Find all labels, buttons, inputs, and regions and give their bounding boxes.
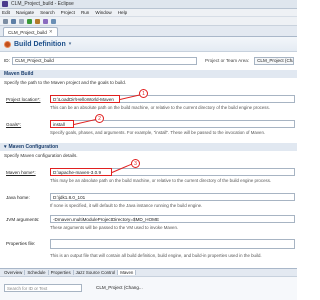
window-title: CLM_Project_build - Eclipse <box>11 1 74 7</box>
jvm-args-label: JVM arguments: <box>6 217 40 222</box>
menu-help[interactable]: Help <box>118 10 127 15</box>
project-location-help: This can be an absolute path on the buil… <box>50 105 270 110</box>
goals-label: Goals*: <box>6 122 22 127</box>
tab-maven[interactable]: Maven <box>118 270 137 275</box>
menu-run[interactable]: Run <box>81 10 89 15</box>
project-team-area-label: Project or Team Area: <box>205 58 250 63</box>
gear-icon <box>4 40 11 48</box>
editor-tab-strip: CLM_Project_build ✕ <box>0 26 297 37</box>
java-home-field[interactable]: D:\jdk1.8.0_101 <box>50 193 295 201</box>
maven-config-header-label: Maven Configuration <box>8 144 59 150</box>
chevron-down-icon[interactable]: ▾ <box>69 41 72 47</box>
id-row: ID: CLM_Project_build Project or Team Ar… <box>0 55 297 66</box>
jvm-args-field[interactable]: -Dmaven.multiModuleProjectDirectory=$MD_… <box>50 215 295 223</box>
maven-build-desc: Specify the path to the Maven project an… <box>4 80 127 85</box>
maven-config-desc: Specify Maven configuration details. <box>4 153 78 158</box>
save-icon[interactable] <box>11 18 16 24</box>
form-header: Build Definition ▾ <box>0 37 297 52</box>
search-result-item[interactable]: CLM_Project (Chang... <box>96 285 143 290</box>
page-title: Build Definition <box>14 40 66 48</box>
menu-search[interactable]: Search <box>40 10 55 15</box>
maven-home-highlight <box>50 168 112 176</box>
tools-icon[interactable] <box>43 18 48 24</box>
maven-build-section-header: Maven Build <box>0 70 297 78</box>
menu-window[interactable]: Window <box>95 10 111 15</box>
section-toggle-icon[interactable]: ▾ <box>4 144 7 150</box>
callout-3: 3 <box>131 159 140 168</box>
tab-jazz-source-control[interactable]: Jazz Source Control <box>74 270 119 275</box>
print-icon[interactable] <box>19 18 24 24</box>
window-titlebar: CLM_Project_build - Eclipse <box>0 0 297 9</box>
maven-home-label: Maven home*: <box>6 170 36 175</box>
search-icon[interactable] <box>51 18 56 24</box>
new-icon[interactable] <box>3 18 8 24</box>
project-location-highlight <box>50 95 120 103</box>
form-page-tabs: Overview Schedule Properties Jazz Source… <box>0 268 297 276</box>
goals-help: Specify goals, phases, and arguments. Fo… <box>50 130 266 135</box>
debug-icon[interactable] <box>35 18 40 24</box>
properties-file-help: This is an output file that will contain… <box>50 253 262 258</box>
tab-properties[interactable]: Properties <box>49 270 74 275</box>
editor-tab-label: CLM_Project_build <box>8 29 47 35</box>
callout-2: 2 <box>95 114 104 123</box>
search-input[interactable]: Search for ID or Text <box>4 284 82 292</box>
menu-navigate[interactable]: Navigate <box>16 10 34 15</box>
jvm-args-help: These arguments will be passed to the VM… <box>50 225 179 230</box>
menu-bar: Edit Navigate Search Project Run Window … <box>0 9 297 17</box>
properties-file-field[interactable] <box>50 239 295 249</box>
editor-tab-clm-project-build[interactable]: CLM_Project_build ✕ <box>3 27 58 36</box>
tab-schedule[interactable]: Schedule <box>25 270 49 275</box>
close-icon[interactable]: ✕ <box>49 29 53 35</box>
goals-highlight <box>50 120 74 128</box>
java-home-help: If none is specified, it will default to… <box>50 203 203 208</box>
eclipse-app-icon <box>2 1 8 7</box>
maven-config-section-header[interactable]: ▾ Maven Configuration <box>0 143 297 151</box>
menu-edit[interactable]: Edit <box>2 10 10 15</box>
callout-1: 1 <box>139 89 148 98</box>
maven-home-help: This may be an absolute path on the buil… <box>50 178 272 183</box>
id-label: ID: <box>4 58 10 63</box>
project-location-label: Project location*: <box>6 97 41 102</box>
main-toolbar <box>0 17 297 26</box>
run-icon[interactable] <box>27 18 32 24</box>
maven-build-header-label: Maven Build <box>4 71 34 77</box>
java-home-label: Java home: <box>6 195 30 200</box>
menu-project[interactable]: Project <box>61 10 75 15</box>
tab-overview[interactable]: Overview <box>2 270 26 275</box>
id-field[interactable]: CLM_Project_build <box>12 56 197 65</box>
project-team-area-field[interactable]: CLM_Project (Chang <box>254 56 295 65</box>
properties-file-label: Properties file: <box>6 241 36 246</box>
